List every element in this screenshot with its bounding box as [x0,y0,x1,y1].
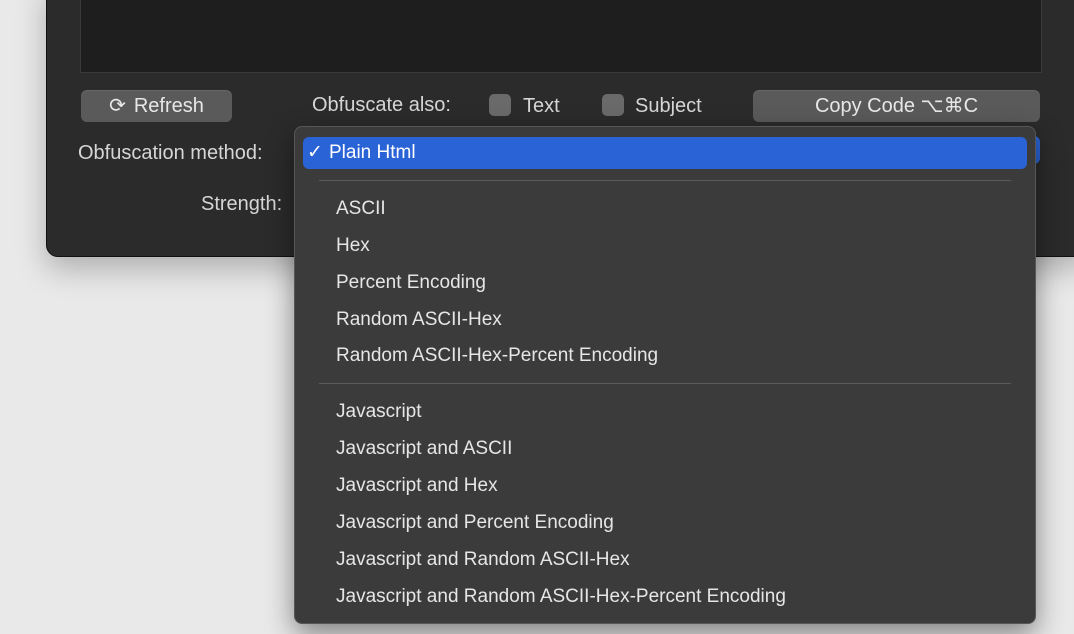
refresh-label: Refresh [133,95,204,117]
menu-item-javascript[interactable]: Javascript [303,396,1027,428]
menu-item-plain-html[interactable]: ✓ Plain Html [303,137,1027,169]
refresh-icon: ⟳ [109,95,126,117]
text-checkbox[interactable] [489,94,511,116]
menu-item-javascript-random-ascii-hex[interactable]: Javascript and Random ASCII-Hex [303,544,1027,576]
code-output-area[interactable] [80,0,1042,73]
menu-item-javascript-ascii[interactable]: Javascript and ASCII [303,433,1027,465]
menu-separator [319,383,1011,384]
menu-separator [319,180,1011,181]
menu-item-percent-encoding[interactable]: Percent Encoding [303,267,1027,299]
menu-item-javascript-random-ascii-hex-percent[interactable]: Javascript and Random ASCII-Hex-Percent … [303,581,1027,613]
menu-item-ascii[interactable]: ASCII [303,193,1027,225]
menu-item-label: Plain Html [329,142,416,163]
text-checkbox-label: Text [523,95,560,117]
menu-item-javascript-hex[interactable]: Javascript and Hex [303,470,1027,502]
obfuscation-method-label: Obfuscation method: [78,142,263,164]
menu-item-random-ascii-hex-percent[interactable]: Random ASCII-Hex-Percent Encoding [303,340,1027,372]
obfuscate-also-label: Obfuscate also: [312,94,451,116]
subject-checkbox[interactable] [602,94,624,116]
refresh-button[interactable]: ⟳ Refresh [81,90,232,122]
obfuscation-method-menu: ✓ Plain Html ASCII Hex Percent Encoding R… [294,126,1036,624]
menu-item-random-ascii-hex[interactable]: Random ASCII-Hex [303,304,1027,336]
menu-item-hex[interactable]: Hex [303,230,1027,262]
strength-label: Strength: [201,193,283,215]
subject-checkbox-label: Subject [635,95,702,117]
copy-code-button[interactable]: Copy Code ⌥⌘C [753,90,1040,122]
menu-item-javascript-percent[interactable]: Javascript and Percent Encoding [303,507,1027,539]
checkmark-icon: ✓ [307,142,323,163]
